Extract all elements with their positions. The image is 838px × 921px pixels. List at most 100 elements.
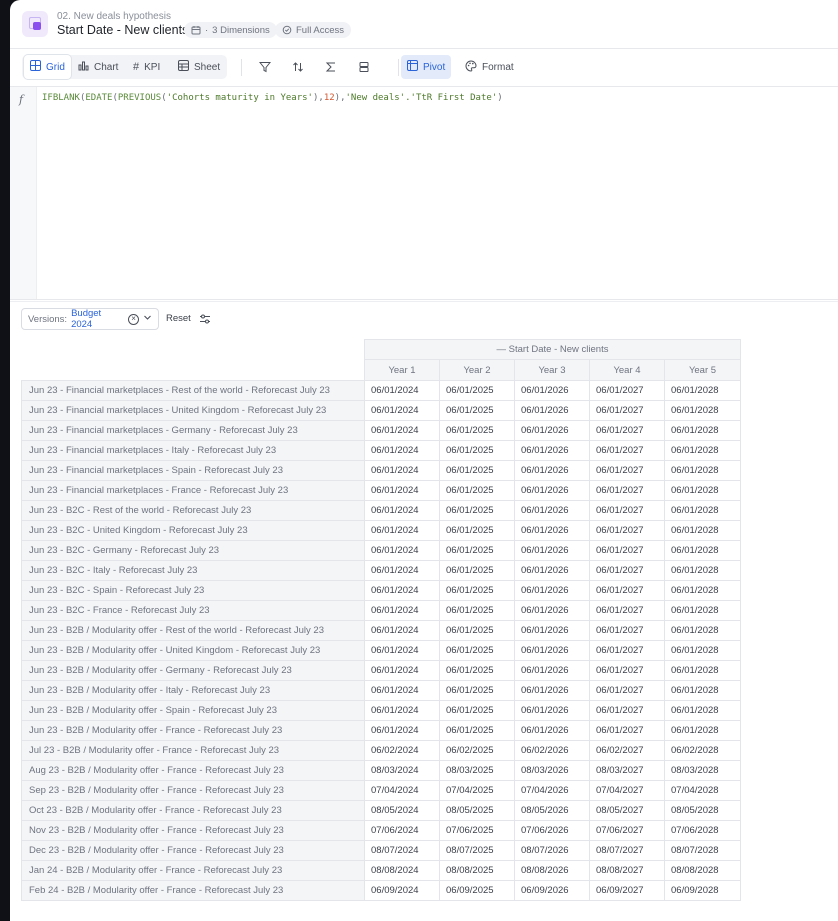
table-cell[interactable]: 06/01/2026 — [514, 540, 590, 561]
table-cell[interactable]: 08/08/2026 — [514, 860, 590, 881]
table-cell[interactable]: 06/01/2026 — [514, 640, 590, 661]
table-cell[interactable]: 06/02/2028 — [664, 740, 741, 761]
table-row[interactable]: Jul 23 - B2B / Modularity offer - France… — [21, 740, 741, 761]
row-header[interactable]: Jun 23 - B2B / Modularity offer - Italy … — [21, 680, 365, 701]
kpi-view-button[interactable]: # KPI — [127, 55, 166, 79]
row-header[interactable]: Jun 23 - Financial marketplaces - Spain … — [21, 460, 365, 481]
table-cell[interactable]: 06/09/2024 — [364, 880, 440, 901]
row-header[interactable]: Jun 23 - B2C - Germany - Reforecast July… — [21, 540, 365, 561]
row-header[interactable]: Jun 23 - B2C - Spain - Reforecast July 2… — [21, 580, 365, 601]
table-cell[interactable]: 06/01/2026 — [514, 520, 590, 541]
table-cell[interactable]: 08/03/2028 — [664, 760, 741, 781]
formula-text[interactable]: IFBLANK(EDATE(PREVIOUS('Cohorts maturity… — [42, 93, 503, 103]
row-header[interactable]: Jun 23 - B2C - France - Reforecast July … — [21, 600, 365, 621]
table-row[interactable]: Jun 23 - Financial marketplaces - Italy … — [21, 440, 741, 461]
table-cell[interactable]: 06/01/2027 — [589, 520, 665, 541]
table-cell[interactable]: 06/01/2024 — [364, 580, 440, 601]
row-header[interactable]: Jun 23 - B2B / Modularity offer - Rest o… — [21, 620, 365, 641]
table-cell[interactable]: 06/01/2024 — [364, 640, 440, 661]
table-cell[interactable]: 08/03/2024 — [364, 760, 440, 781]
table-cell[interactable]: 06/01/2026 — [514, 700, 590, 721]
row-header[interactable]: Nov 23 - B2B / Modularity offer - France… — [21, 820, 365, 841]
dimensions-chip[interactable]: · 3 Dimensions — [184, 22, 277, 38]
row-header[interactable]: Jun 23 - Financial marketplaces - United… — [21, 400, 365, 421]
table-cell[interactable]: 06/01/2027 — [589, 620, 665, 641]
table-cell[interactable]: 06/01/2028 — [664, 560, 741, 581]
table-row[interactable]: Jun 23 - B2C - United Kingdom - Reforeca… — [21, 520, 741, 541]
table-cell[interactable]: 06/01/2028 — [664, 620, 741, 641]
table-cell[interactable]: 08/05/2026 — [514, 800, 590, 821]
table-cell[interactable]: 06/01/2028 — [664, 440, 741, 461]
table-cell[interactable]: 06/09/2028 — [664, 880, 741, 901]
column-header[interactable]: Year 5 — [664, 359, 741, 381]
table-cell[interactable]: 06/01/2028 — [664, 480, 741, 501]
table-cell[interactable]: 06/01/2027 — [589, 600, 665, 621]
table-cell[interactable]: 08/07/2027 — [589, 840, 665, 861]
table-cell[interactable]: 06/01/2026 — [514, 720, 590, 741]
table-cell[interactable]: 08/05/2024 — [364, 800, 440, 821]
table-cell[interactable]: 06/01/2028 — [664, 700, 741, 721]
table-cell[interactable]: 06/01/2026 — [514, 680, 590, 701]
row-header[interactable]: Oct 23 - B2B / Modularity offer - France… — [21, 800, 365, 821]
breadcrumb[interactable]: 02. New deals hypothesis — [57, 11, 171, 22]
table-cell[interactable]: 06/09/2026 — [514, 880, 590, 901]
table-cell[interactable]: 06/01/2026 — [514, 480, 590, 501]
table-cell[interactable]: 06/01/2026 — [514, 500, 590, 521]
table-cell[interactable]: 08/05/2027 — [589, 800, 665, 821]
table-row[interactable]: Jun 23 - B2B / Modularity offer - Spain … — [21, 700, 741, 721]
versions-selector[interactable]: Versions: Budget 2024 × — [21, 308, 159, 330]
table-cell[interactable]: 06/01/2027 — [589, 680, 665, 701]
table-cell[interactable]: 06/01/2028 — [664, 460, 741, 481]
table-cell[interactable]: 06/01/2025 — [439, 700, 515, 721]
table-row[interactable]: Jun 23 - B2B / Modularity offer - United… — [21, 640, 741, 661]
column-header[interactable]: Year 1 — [364, 359, 440, 381]
table-cell[interactable]: 06/01/2025 — [439, 620, 515, 641]
table-row[interactable]: Jun 23 - B2B / Modularity offer - Italy … — [21, 680, 741, 701]
row-header[interactable]: Jun 23 - Financial marketplaces - German… — [21, 420, 365, 441]
table-cell[interactable]: 06/02/2026 — [514, 740, 590, 761]
table-cell[interactable]: 06/01/2025 — [439, 600, 515, 621]
table-cell[interactable]: 06/01/2027 — [589, 460, 665, 481]
table-cell[interactable]: 07/06/2024 — [364, 820, 440, 841]
table-row[interactable]: Jun 23 - B2C - France - Reforecast July … — [21, 600, 741, 621]
table-cell[interactable]: 06/01/2026 — [514, 580, 590, 601]
table-cell[interactable]: 06/01/2024 — [364, 520, 440, 541]
table-cell[interactable]: 06/01/2024 — [364, 400, 440, 421]
table-row[interactable]: Jun 23 - Financial marketplaces - German… — [21, 420, 741, 441]
table-cell[interactable]: 06/09/2025 — [439, 880, 515, 901]
table-cell[interactable]: 06/02/2025 — [439, 740, 515, 761]
table-cell[interactable]: 06/01/2024 — [364, 620, 440, 641]
table-cell[interactable]: 06/01/2028 — [664, 680, 741, 701]
table-cell[interactable]: 06/01/2027 — [589, 480, 665, 501]
table-row[interactable]: Jun 23 - B2B / Modularity offer - German… — [21, 660, 741, 681]
table-cell[interactable]: 08/08/2028 — [664, 860, 741, 881]
table-cell[interactable]: 07/04/2027 — [589, 780, 665, 801]
table-cell[interactable]: 06/01/2027 — [589, 640, 665, 661]
table-row[interactable]: Jan 24 - B2B / Modularity offer - France… — [21, 860, 741, 881]
table-cell[interactable]: 06/02/2024 — [364, 740, 440, 761]
table-cell[interactable]: 06/01/2025 — [439, 500, 515, 521]
grid-view-button[interactable]: Grid — [24, 55, 71, 79]
table-cell[interactable]: 06/01/2027 — [589, 560, 665, 581]
table-row[interactable]: Jun 23 - B2C - Rest of the world - Refor… — [21, 500, 741, 521]
table-cell[interactable]: 06/01/2024 — [364, 560, 440, 581]
row-header[interactable]: Dec 23 - B2B / Modularity offer - France… — [21, 840, 365, 861]
table-cell[interactable]: 06/01/2028 — [664, 600, 741, 621]
table-cell[interactable]: 08/08/2027 — [589, 860, 665, 881]
table-cell[interactable]: 06/01/2024 — [364, 420, 440, 441]
row-header[interactable]: Jun 23 - Financial marketplaces - Rest o… — [21, 380, 365, 401]
table-cell[interactable]: 06/01/2026 — [514, 380, 590, 401]
table-row[interactable]: Feb 24 - B2B / Modularity offer - France… — [21, 880, 741, 901]
table-cell[interactable]: 06/01/2026 — [514, 440, 590, 461]
table-row[interactable]: Aug 23 - B2B / Modularity offer - France… — [21, 760, 741, 781]
row-header[interactable]: Jun 23 - B2C - Rest of the world - Refor… — [21, 500, 365, 521]
table-cell[interactable]: 07/06/2025 — [439, 820, 515, 841]
table-cell[interactable]: 06/01/2024 — [364, 500, 440, 521]
table-cell[interactable]: 08/07/2028 — [664, 840, 741, 861]
table-cell[interactable]: 06/01/2026 — [514, 660, 590, 681]
table-cell[interactable]: 06/01/2024 — [364, 440, 440, 461]
page-title[interactable]: Start Date - New clients — [57, 23, 188, 37]
table-cell[interactable]: 06/01/2025 — [439, 560, 515, 581]
table-cell[interactable]: 06/01/2025 — [439, 380, 515, 401]
table-cell[interactable]: 06/01/2027 — [589, 700, 665, 721]
